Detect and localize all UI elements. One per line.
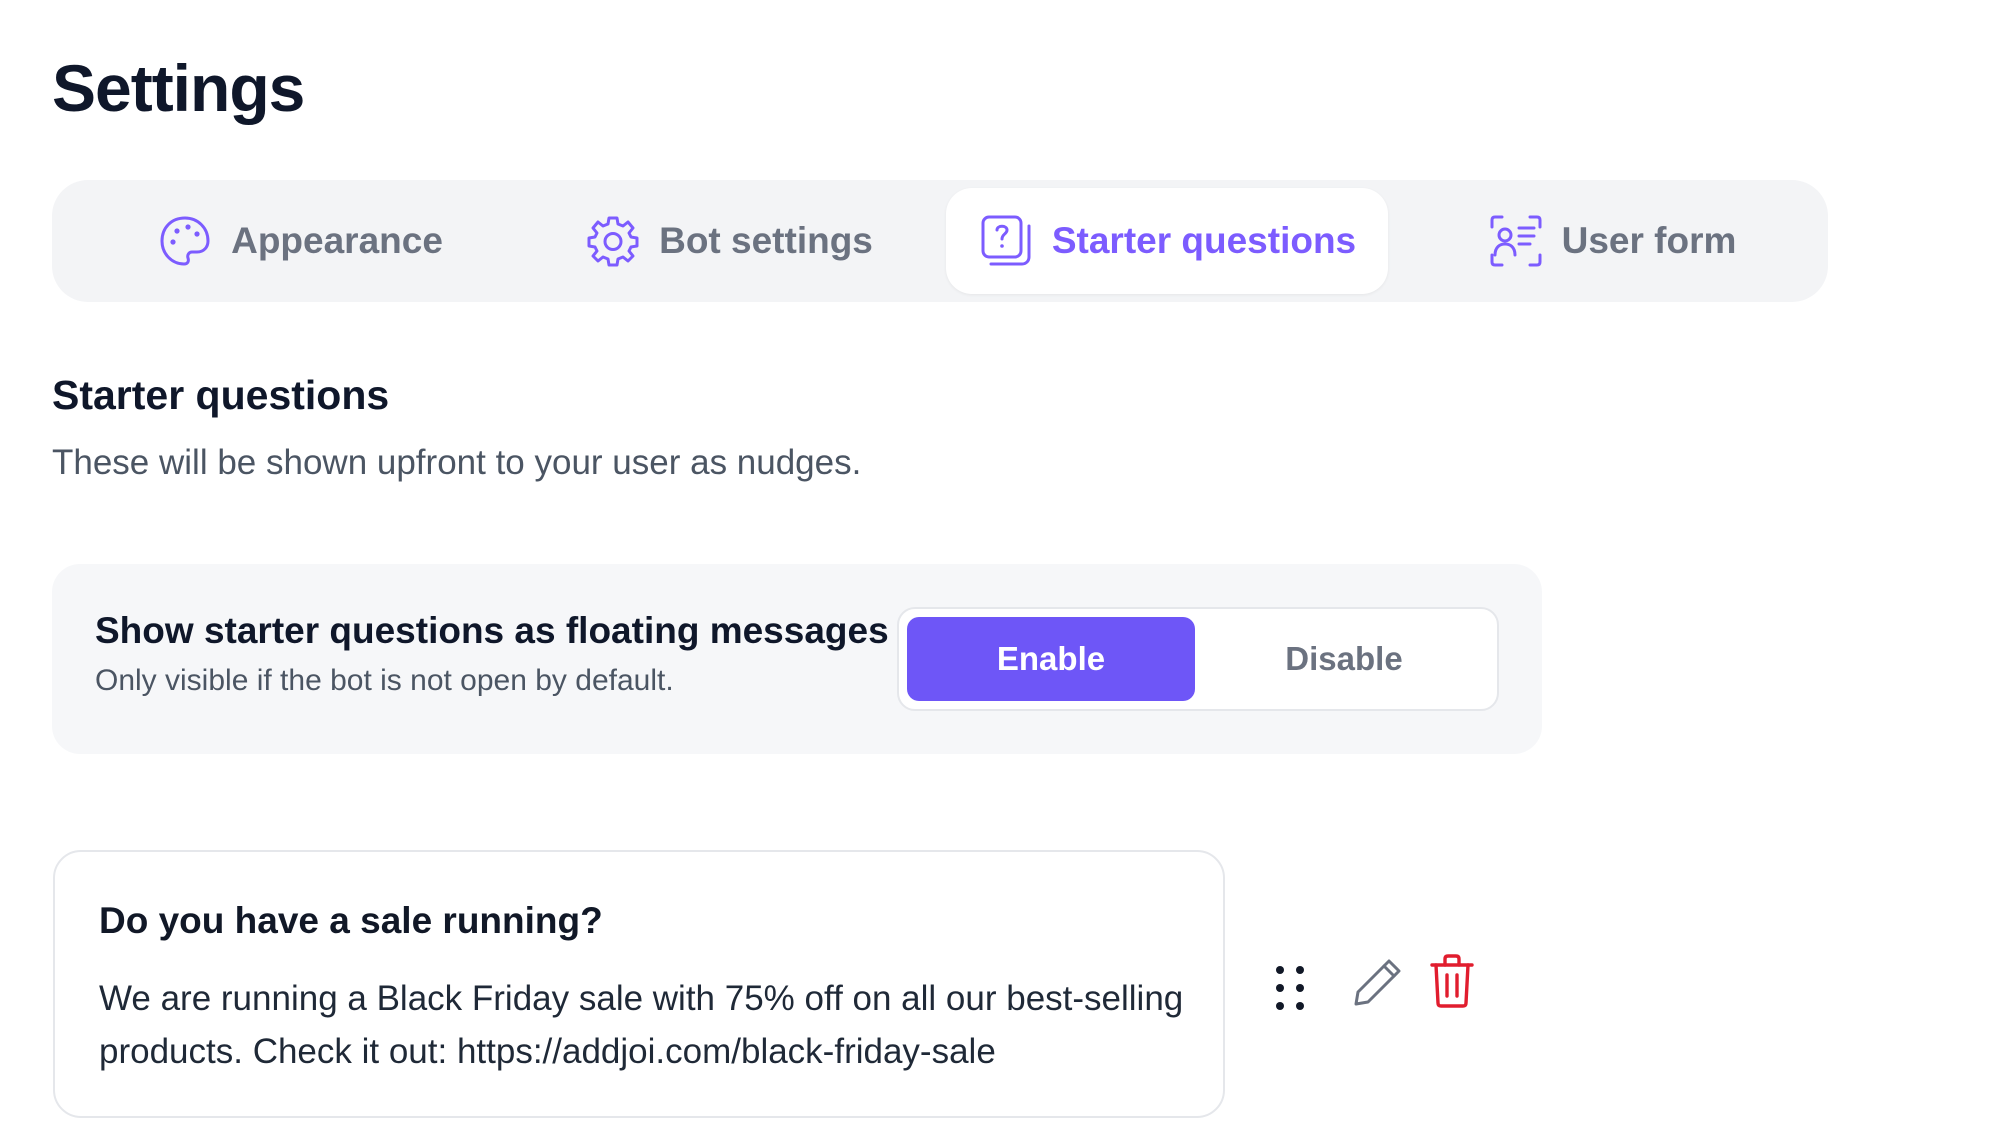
tab-bot-settings[interactable]: Bot settings bbox=[584, 188, 874, 294]
floating-messages-option: Show starter questions as floating messa… bbox=[52, 564, 1542, 754]
question-title: Do you have a sale running? bbox=[99, 900, 603, 941]
pencil-icon[interactable] bbox=[1352, 956, 1404, 1008]
enable-disable-toggle: Enable Disable bbox=[897, 607, 1499, 711]
tab-appearance[interactable]: Appearance bbox=[140, 188, 460, 294]
tab-label: Bot settings bbox=[659, 220, 873, 261]
page-title: Settings bbox=[52, 51, 305, 125]
option-sublabel: Only visible if the bot is not open by d… bbox=[95, 664, 674, 697]
trash-icon[interactable] bbox=[1428, 953, 1476, 1009]
gear-icon bbox=[585, 213, 641, 269]
starter-question-card[interactable]: Do you have a sale running? We are runni… bbox=[53, 850, 1225, 1118]
question-stack-icon bbox=[978, 213, 1034, 269]
option-label: Show starter questions as floating messa… bbox=[95, 610, 889, 651]
settings-tab-bar: Appearance Bot settings Starter question… bbox=[52, 180, 1828, 302]
tab-label: Starter questions bbox=[1051, 220, 1357, 261]
tab-label: User form bbox=[1561, 220, 1737, 261]
tab-starter-questions[interactable]: Starter questions bbox=[946, 188, 1388, 294]
question-answer: We are running a Black Friday sale with … bbox=[99, 979, 1184, 1071]
section-title: Starter questions bbox=[52, 372, 390, 418]
tab-user-form[interactable]: User form bbox=[1462, 188, 1762, 294]
tab-label: Appearance bbox=[231, 220, 443, 261]
palette-icon bbox=[157, 213, 213, 269]
enable-button[interactable]: Enable bbox=[907, 617, 1195, 701]
disable-button[interactable]: Disable bbox=[1199, 617, 1489, 701]
user-form-icon bbox=[1488, 213, 1544, 269]
section-description: These will be shown upfront to your user… bbox=[52, 443, 862, 482]
drag-handle-icon[interactable] bbox=[1266, 960, 1314, 1016]
